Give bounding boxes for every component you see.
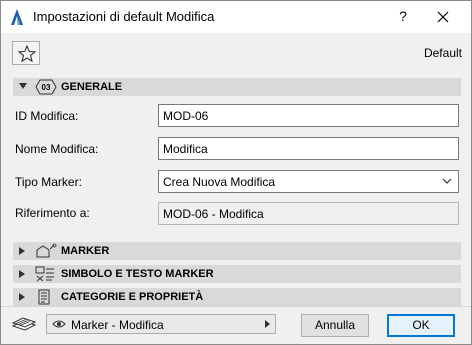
section-simbolo[interactable]: SIMBOLO E TESTO MARKER <box>13 265 461 283</box>
chevron-right-icon <box>265 320 270 328</box>
rif-field: MOD-06 - Modifica <box>158 202 459 225</box>
tipo-label: Tipo Marker: <box>15 175 82 189</box>
rif-label: Riferimento a: <box>15 206 90 220</box>
tipo-select[interactable]: Crea Nuova Modifica <box>158 170 459 193</box>
eye-icon <box>52 320 66 328</box>
marker-icon <box>35 243 57 262</box>
ok-button[interactable]: OK <box>387 314 455 337</box>
title-bar: Impostazioni di default Modifica ? <box>1 1 471 33</box>
collapsed-arrow-icon <box>19 293 25 301</box>
id-field[interactable]: MOD-06 <box>158 104 459 127</box>
close-button[interactable] <box>431 6 455 28</box>
dialog-window: Impostazioni di default Modifica ? Defau… <box>0 0 472 345</box>
id-value: MOD-06 <box>163 109 209 123</box>
section-marker[interactable]: MARKER <box>13 242 461 260</box>
chevron-down-icon <box>442 178 452 184</box>
tipo-value: Crea Nuova Modifica <box>163 175 276 189</box>
layers-icon[interactable] <box>11 314 39 334</box>
collapsed-arrow-icon <box>19 247 25 255</box>
svg-text:03: 03 <box>42 83 51 92</box>
window-title: Impostazioni di default Modifica <box>33 9 215 24</box>
section-categorie[interactable]: CATEGORIE E PROPRIETÀ <box>13 288 461 306</box>
close-icon <box>437 11 449 23</box>
default-label: Default <box>423 46 462 60</box>
view-selector[interactable]: Marker - Modifica <box>46 314 276 334</box>
cancel-button[interactable]: Annulla <box>301 314 369 337</box>
help-button[interactable]: ? <box>393 8 413 26</box>
footer-divider <box>1 306 471 307</box>
badge-icon: 03 <box>35 79 57 98</box>
section-label: SIMBOLO E TESTO MARKER <box>61 268 214 280</box>
section-label: GENERALE <box>61 81 123 93</box>
section-label: MARKER <box>61 245 110 257</box>
favorites-button[interactable] <box>12 41 40 65</box>
star-icon <box>18 45 36 62</box>
section-generale[interactable]: 03 GENERALE <box>13 78 461 96</box>
view-label: Marker - Modifica <box>71 318 164 332</box>
expanded-arrow-icon <box>19 83 27 89</box>
archicad-icon <box>9 8 25 26</box>
nome-value: Modifica <box>163 142 208 156</box>
collapsed-arrow-icon <box>19 270 25 278</box>
section-label: CATEGORIE E PROPRIETÀ <box>61 291 204 303</box>
symbol-text-icon <box>35 266 57 285</box>
rif-value: MOD-06 - Modifica <box>163 207 264 221</box>
nome-label: Nome Modifica: <box>15 142 99 156</box>
id-label: ID Modifica: <box>15 109 79 123</box>
nome-field[interactable]: Modifica <box>158 137 459 160</box>
